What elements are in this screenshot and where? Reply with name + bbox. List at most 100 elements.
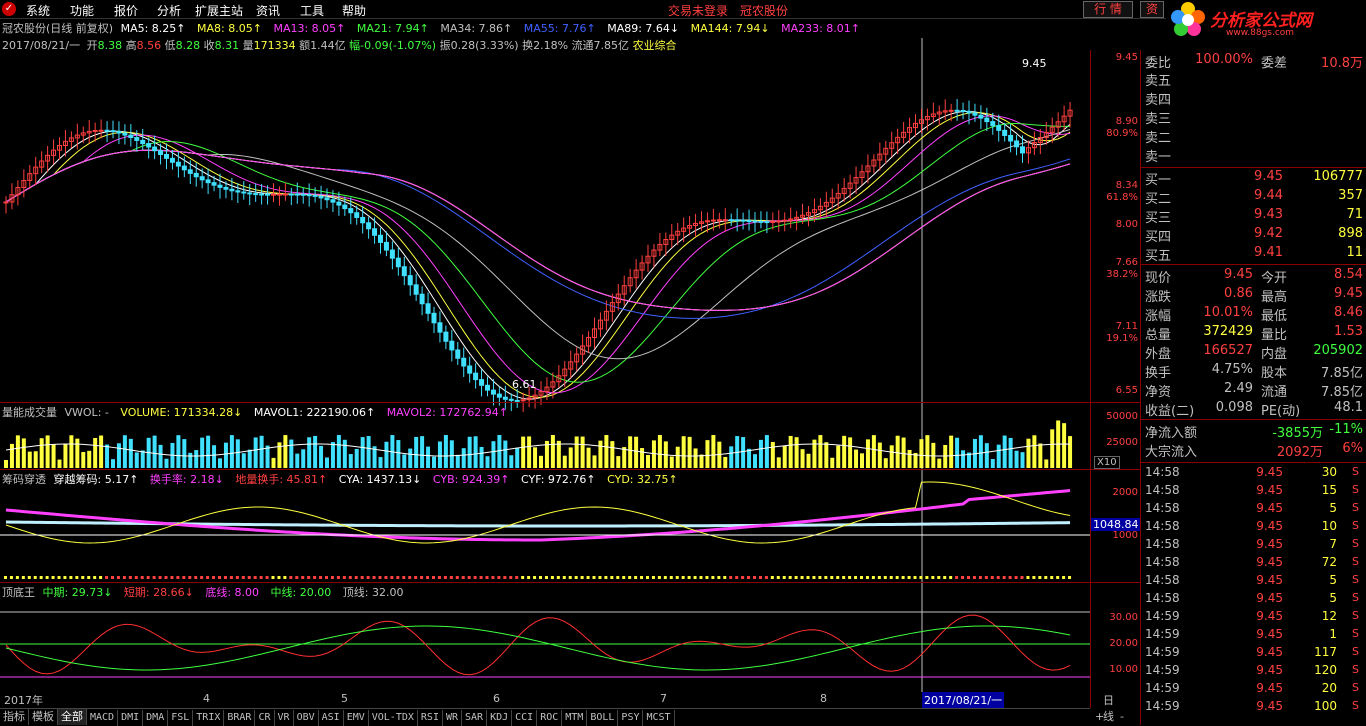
chip-dot: [901, 576, 905, 579]
chip-dot: [651, 576, 655, 579]
weibi-label: 委比: [1145, 56, 1172, 71]
tick-direction: S: [1352, 519, 1359, 532]
chip-dot: [289, 576, 293, 579]
indicator-tab[interactable]: MACD: [87, 710, 119, 726]
chip-marker-value: 1048.84: [1091, 518, 1141, 531]
buy-level-row[interactable]: 买一 9.45 106777: [1145, 169, 1363, 188]
sell-level-row[interactable]: 卖三: [1145, 108, 1363, 127]
indicator-tab[interactable]: FSL: [168, 710, 194, 726]
tick-volume: 20: [1321, 681, 1337, 695]
candle-body: [247, 192, 253, 195]
chip-dot: [253, 576, 257, 579]
candle-body: [401, 266, 407, 277]
indicator-tab[interactable]: BRAR: [224, 710, 256, 726]
indicator-tab[interactable]: DMA: [143, 710, 169, 726]
indicator-tab[interactable]: EMV: [344, 710, 369, 726]
indicator-tab[interactable]: VOL-TDX: [369, 710, 418, 726]
chip-dot: [770, 576, 774, 579]
volume-bar: [63, 443, 68, 468]
indicator-tab[interactable]: 指标: [0, 709, 29, 725]
volume-bar: [491, 441, 496, 468]
indicator-tab[interactable]: ROC: [537, 710, 563, 726]
sell-level-row[interactable]: 卖四: [1145, 89, 1363, 108]
chip-dot: [735, 576, 739, 579]
stat-label: 外盘: [1145, 347, 1172, 362]
indicator-tab[interactable]: KDJ: [487, 710, 513, 726]
indicator-tab[interactable]: RSI: [418, 710, 443, 726]
indicator-tab[interactable]: MTM: [562, 710, 588, 726]
sell-level-row[interactable]: 卖五: [1145, 70, 1363, 89]
candle-body: [152, 146, 158, 152]
cyd-label: CYD: 32.75↑: [607, 473, 678, 486]
volume-bar: [996, 444, 1001, 468]
sell-level-row[interactable]: 卖二: [1145, 127, 1363, 146]
volume-bar: [158, 444, 163, 468]
brand-url[interactable]: www.88gs.com: [1226, 28, 1294, 38]
price-axis-label: 8.00: [1115, 219, 1138, 230]
chip-dot: [586, 576, 590, 579]
stat-label: 涨幅: [1145, 309, 1172, 324]
chip-dot: [913, 576, 917, 579]
chip-dot: [15, 576, 19, 579]
indicator-tab[interactable]: MCST: [643, 710, 675, 726]
zoom-in-button[interactable]: +: [1095, 710, 1104, 723]
indicator-tab[interactable]: BOLL: [587, 710, 619, 726]
candle-body: [253, 193, 259, 196]
chip-axis-label: 1000: [1112, 530, 1138, 541]
candle-body: [383, 241, 389, 251]
sell-level-row[interactable]: 卖一: [1145, 146, 1363, 165]
volume-bar: [194, 450, 199, 468]
volume-bar: [1062, 423, 1067, 468]
indicator-tab[interactable]: 全部: [58, 709, 87, 725]
tab-info[interactable]: 资: [1140, 1, 1164, 18]
indicator-tab[interactable]: OBV: [294, 710, 319, 726]
date-tick: 7: [660, 692, 667, 705]
indicator-tab[interactable]: DMI: [118, 710, 144, 726]
volume-bar: [443, 435, 448, 468]
chip-dot: [628, 576, 632, 579]
volume-bar: [598, 440, 603, 468]
buy-level-row[interactable]: 买三 9.43 71: [1145, 207, 1363, 226]
chip-dot: [824, 576, 828, 579]
chip-dot: [818, 576, 822, 579]
indicator-tab[interactable]: TRIX: [193, 710, 225, 726]
flower-logo-icon: [1171, 2, 1205, 36]
buy-level-row[interactable]: 买四 9.42 898: [1145, 226, 1363, 245]
price-axis-label: 7.11: [1115, 321, 1138, 332]
indicator-tab[interactable]: 模板: [29, 709, 58, 725]
kline-chart[interactable]: [0, 0, 1140, 708]
candle-body: [312, 194, 318, 197]
tick-time: 14:59: [1145, 609, 1180, 623]
chip-dot: [473, 576, 477, 579]
volume-bar: [384, 441, 389, 468]
chip-dot: [449, 576, 453, 579]
period-label[interactable]: 日线: [1103, 692, 1114, 724]
volume-bar: [943, 444, 948, 468]
volume-bar: [776, 457, 781, 468]
volume-bar: [15, 435, 20, 468]
indicator-tab[interactable]: VR: [275, 710, 294, 726]
volume-bar: [634, 436, 639, 468]
stat-label: 收益(二): [1145, 404, 1195, 419]
indicator-tab[interactable]: WR: [443, 710, 463, 726]
candle-body: [211, 182, 217, 186]
chip-dot: [63, 576, 67, 579]
price-high-annot: 9.45: [1022, 57, 1047, 70]
chip-dot: [1062, 576, 1066, 579]
zoom-out-button[interactable]: -: [1120, 710, 1124, 723]
candle-body: [354, 212, 360, 218]
indicator-tab[interactable]: PSY: [618, 710, 644, 726]
indicator-tab[interactable]: SAR: [462, 710, 488, 726]
buy-level-row[interactable]: 买五 9.41 11: [1145, 245, 1363, 264]
vwol-label: VWOL: -: [64, 406, 109, 419]
chip-dot: [218, 576, 221, 579]
mavol2-label: MAVOL2: 172762.94↑: [386, 406, 509, 419]
chip-dot: [75, 576, 79, 579]
indicator-tab[interactable]: CCI: [512, 710, 538, 726]
chip-dot: [657, 576, 661, 579]
buy-level-row[interactable]: 买二 9.44 357: [1145, 188, 1363, 207]
chip-dot: [663, 576, 667, 579]
tick-price: 9.45: [1256, 519, 1283, 533]
indicator-tab[interactable]: CR: [255, 710, 275, 726]
indicator-tab[interactable]: ASI: [319, 710, 344, 726]
